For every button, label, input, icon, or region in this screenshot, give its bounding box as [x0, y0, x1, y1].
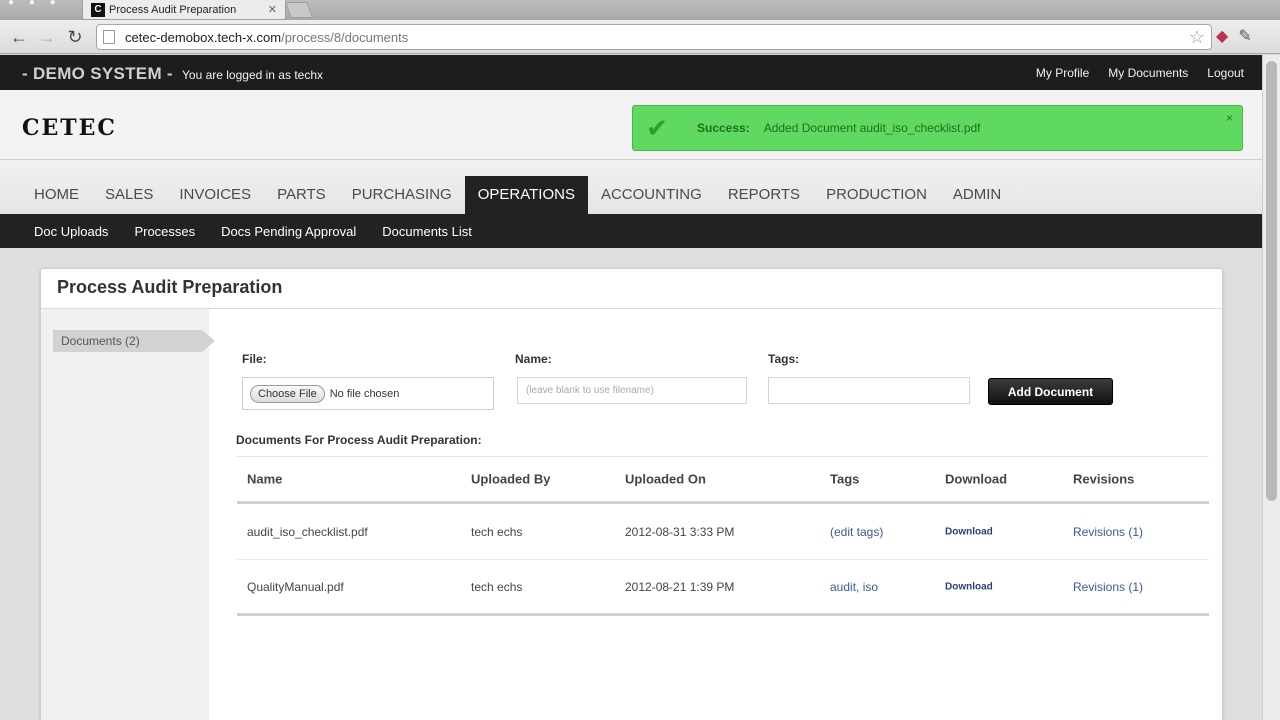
revisions-link[interactable]: Revisions (1)	[1073, 580, 1143, 594]
system-topbar: - DEMO SYSTEM - You are logged in as tec…	[0, 55, 1262, 90]
doc-name: QualityManual.pdf	[247, 579, 344, 594]
my-documents-link[interactable]: My Documents	[1108, 66, 1188, 80]
doc-name: audit_iso_checklist.pdf	[247, 524, 368, 539]
doc-uploaded-on: 2012-08-31 3:33 PM	[625, 524, 735, 539]
url-host: cetec-demobox.tech-x.com	[125, 29, 282, 45]
subnav-doc-uploads[interactable]: Doc Uploads	[34, 224, 108, 239]
panel-sidebar: Documents (2)	[41, 309, 215, 720]
address-bar[interactable]: cetec-demobox.tech-x.com /process/8/docu…	[96, 24, 1212, 50]
col-revisions: Revisions	[1073, 471, 1135, 487]
extension-icon[interactable]: ◆	[1216, 26, 1228, 46]
tags-input[interactable]	[768, 377, 970, 404]
alert-message: Added Document audit_iso_checklist.pdf	[763, 121, 981, 135]
tab-title: Process Audit Preparation	[109, 3, 237, 16]
no-file-text: No file chosen	[329, 387, 400, 400]
demo-system-label: - DEMO SYSTEM -	[22, 64, 173, 83]
file-input[interactable]: Choose File No file chosen	[242, 377, 494, 410]
nav-invoices[interactable]: INVOICES	[166, 176, 264, 214]
browser-tab[interactable]: C Process Audit Preparation ✕	[82, 0, 286, 20]
tab-close-icon[interactable]: ✕	[268, 3, 277, 16]
documents-tab[interactable]: Documents (2)	[53, 330, 215, 352]
revisions-link[interactable]: Revisions (1)	[1073, 525, 1143, 539]
window-controls[interactable]: ● ● ●	[8, 0, 62, 8]
bookmark-star-icon[interactable]: ☆	[1189, 27, 1205, 48]
tags-label: Tags:	[768, 352, 800, 366]
name-label: Name:	[515, 352, 552, 366]
scrollbar-thumb[interactable]	[1266, 61, 1277, 501]
reload-icon[interactable]: ↻	[64, 26, 86, 48]
table-row: QualityManual.pdf tech echs 2012-08-21 1…	[237, 560, 1209, 616]
success-alert: ✔ Success: Added Document audit_iso_chec…	[632, 105, 1243, 151]
browser-tab-bar: ● ● ● C Process Audit Preparation ✕	[0, 0, 1280, 20]
doc-uploaded-on: 2012-08-21 1:39 PM	[625, 579, 735, 594]
nav-admin[interactable]: ADMIN	[940, 176, 1014, 214]
nav-parts[interactable]: PARTS	[264, 176, 339, 214]
logged-in-text: You are logged in as techx	[182, 68, 323, 82]
main-nav: HOME SALES INVOICES PARTS PURCHASING OPE…	[0, 160, 1262, 214]
documents-heading: Documents For Process Audit Preparation:	[236, 433, 482, 447]
col-download: Download	[945, 471, 1008, 487]
subnav-processes[interactable]: Processes	[134, 224, 195, 239]
doc-uploaded-by: tech echs	[471, 579, 523, 594]
alert-close-icon[interactable]: ×	[1226, 111, 1233, 125]
back-arrow-icon[interactable]: ←	[8, 26, 30, 48]
checkmark-icon: ✔	[646, 112, 668, 143]
page-icon	[103, 30, 115, 44]
col-uploaded-by[interactable]: Uploaded By	[471, 472, 550, 487]
site-header: CETEC ✔ Success: Added Document audit_is…	[0, 90, 1262, 160]
nav-sales[interactable]: SALES	[92, 176, 166, 214]
url-path: /process/8/documents	[281, 29, 409, 45]
nav-accounting[interactable]: ACCOUNTING	[588, 176, 715, 214]
download-link[interactable]: Download	[945, 526, 993, 537]
sub-nav: Doc Uploads Processes Docs Pending Appro…	[0, 214, 1262, 248]
name-input[interactable]: (leave blank to use filename)	[517, 377, 747, 404]
forward-arrow-icon[interactable]: →	[36, 26, 58, 48]
nav-reports[interactable]: REPORTS	[715, 176, 813, 214]
cetec-logo[interactable]: CETEC	[22, 115, 117, 141]
tags-link[interactable]: audit, iso	[830, 580, 878, 594]
file-label: File:	[242, 352, 267, 366]
page-scrollbar[interactable]	[1262, 55, 1280, 720]
user-links: My Profile My Documents Logout	[1036, 66, 1244, 80]
panel-header: Process Audit Preparation	[41, 269, 1222, 309]
nav-purchasing[interactable]: PURCHASING	[339, 176, 465, 214]
nav-operations[interactable]: OPERATIONS	[464, 176, 588, 214]
favicon-icon: C	[91, 2, 105, 17]
extension-icons: ◆ ✎	[1216, 26, 1252, 46]
alert-label: Success:	[697, 121, 750, 135]
col-uploaded-on[interactable]: Uploaded On	[625, 472, 706, 487]
edit-tags-link[interactable]: (edit tags)	[830, 525, 883, 539]
doc-uploaded-by: tech echs	[471, 524, 523, 539]
table-row: audit_iso_checklist.pdf tech echs 2012-0…	[237, 504, 1209, 560]
logout-link[interactable]: Logout	[1207, 66, 1244, 80]
browser-toolbar: ← → ↻ cetec-demobox.tech-x.com /process/…	[0, 20, 1280, 54]
process-panel: Process Audit Preparation Documents (2) …	[40, 268, 1223, 720]
subnav-documents-list[interactable]: Documents List	[382, 224, 472, 239]
page-title: Process Audit Preparation	[57, 277, 283, 297]
page-viewport: - DEMO SYSTEM - You are logged in as tec…	[0, 55, 1262, 720]
new-tab-button[interactable]	[285, 2, 313, 18]
col-name[interactable]: Name	[247, 472, 282, 487]
wrench-icon[interactable]: ✎	[1238, 26, 1251, 46]
nav-production[interactable]: PRODUCTION	[813, 176, 940, 214]
documents-table: Name Uploaded By Uploaded On Tags Downlo…	[237, 456, 1209, 616]
download-link[interactable]: Download	[945, 581, 993, 592]
my-profile-link[interactable]: My Profile	[1036, 66, 1089, 80]
col-tags[interactable]: Tags	[830, 472, 859, 487]
subnav-docs-pending-approval[interactable]: Docs Pending Approval	[221, 224, 356, 239]
table-header-row: Name Uploaded By Uploaded On Tags Downlo…	[237, 457, 1209, 504]
add-document-button[interactable]: Add Document	[988, 378, 1113, 405]
choose-file-button[interactable]: Choose File	[250, 384, 325, 403]
nav-home[interactable]: HOME	[21, 176, 92, 214]
